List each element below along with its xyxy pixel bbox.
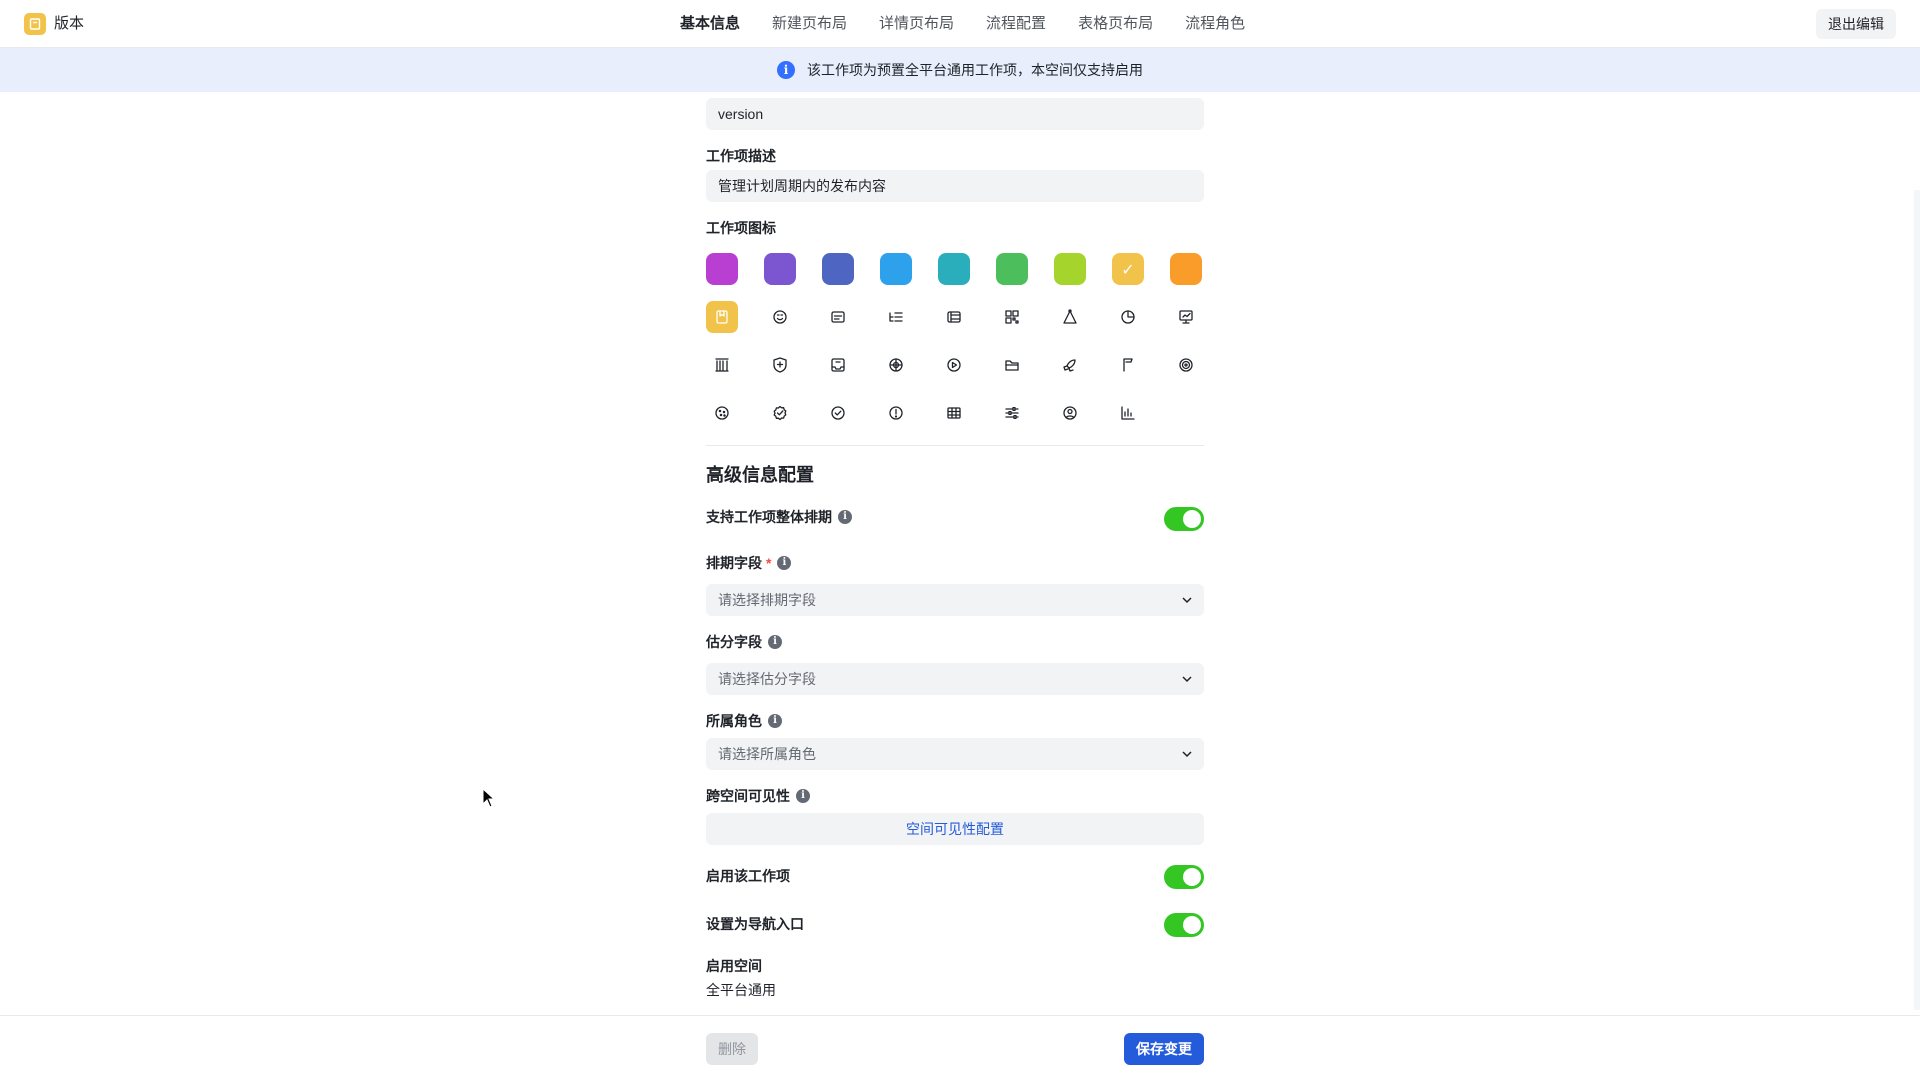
play-circle-icon[interactable] [938, 349, 970, 381]
info-icon[interactable]: i [838, 510, 852, 524]
required-mark: * [766, 555, 772, 571]
presentation-icon[interactable] [1170, 301, 1202, 333]
role-select[interactable]: 请选择所属角色 [706, 738, 1204, 770]
sliders-icon[interactable] [996, 397, 1028, 429]
api-name-input[interactable]: version [706, 98, 1204, 130]
schedule-field-select[interactable]: 请选择排期字段 [706, 584, 1204, 616]
description-input[interactable]: 管理计划周期内的发布内容 [706, 170, 1204, 202]
color-swatch[interactable] [880, 253, 912, 285]
rocket-icon[interactable] [1054, 349, 1086, 381]
color-swatch[interactable] [938, 253, 970, 285]
library-icon[interactable] [706, 349, 738, 381]
flag-icon[interactable] [1112, 349, 1144, 381]
schedule-label: 支持工作项整体排期 i [706, 507, 852, 527]
vector-icon[interactable] [1054, 301, 1086, 333]
nav-label: 设置为导航入口 [706, 916, 804, 932]
estimate-field-label-text: 估分字段 [706, 634, 762, 650]
check-circle-icon[interactable] [822, 397, 854, 429]
pie-clock-icon[interactable] [1112, 301, 1144, 333]
schedule-field-label: 排期字段 * i [706, 553, 792, 573]
role-label-text: 所属角色 [706, 713, 762, 729]
delete-button[interactable]: 删除 [706, 1033, 758, 1065]
divider [706, 445, 1204, 446]
inbox-icon[interactable] [822, 349, 854, 381]
info-icon[interactable]: i [796, 789, 810, 803]
info-icon[interactable]: i [777, 556, 792, 570]
schedule-field-placeholder: 请选择排期字段 [718, 592, 816, 608]
tab-table-layout[interactable]: 表格页布局 [1078, 0, 1153, 48]
role-placeholder: 请选择所属角色 [718, 746, 816, 762]
nav-toggle[interactable] [1164, 913, 1204, 937]
icon-label: 工作项图标 [706, 220, 776, 236]
info-icon[interactable]: i [768, 714, 782, 728]
folder-icon[interactable] [996, 349, 1028, 381]
advanced-section-title: 高级信息配置 [706, 465, 814, 485]
chevron-down-icon [1182, 676, 1192, 683]
color-swatch[interactable]: ✓ [1112, 253, 1144, 285]
notice-banner: i 该工作项为预置全平台通用工作项，本空间仅支持启用 [0, 48, 1920, 92]
chevron-down-icon [1182, 751, 1192, 758]
estimate-field-placeholder: 请选择估分字段 [718, 671, 816, 687]
exit-edit-button[interactable]: 退出编辑 [1816, 9, 1896, 39]
role-label: 所属角色 i [706, 711, 782, 731]
tab-workflow-roles[interactable]: 流程角色 [1185, 0, 1245, 48]
color-swatch[interactable] [1170, 253, 1202, 285]
color-swatch[interactable] [822, 253, 854, 285]
enable-label: 启用该工作项 [706, 868, 790, 884]
space-label: 启用空间 [706, 958, 762, 974]
check-icon: ✓ [1121, 259, 1135, 279]
notice-text: 该工作项为预置全平台通用工作项，本空间仅支持启用 [807, 62, 1143, 78]
smile-icon[interactable] [764, 301, 796, 333]
crosshair-icon[interactable] [880, 349, 912, 381]
color-swatch[interactable] [1054, 253, 1086, 285]
estimate-field-label: 估分字段 i [706, 632, 782, 652]
user-circle-icon[interactable] [1054, 397, 1086, 429]
card-icon[interactable] [822, 301, 854, 333]
schedule-field-label-text: 排期字段 [706, 555, 762, 571]
mouse-cursor-icon [482, 788, 496, 808]
stack-icon[interactable] [938, 301, 970, 333]
footer-bar: 删除 保存变更 [0, 1015, 1920, 1080]
visibility-config-button[interactable]: 空间可见性配置 [706, 813, 1204, 845]
tab-bar: 基本信息 新建页布局 详情页布局 流程配置 表格页布局 流程角色 [680, 0, 1277, 48]
app-title: 版本 [54, 15, 85, 32]
visibility-label-text: 跨空间可见性 [706, 788, 790, 804]
shield-plus-icon[interactable] [764, 349, 796, 381]
tab-detail-layout[interactable]: 详情页布局 [879, 0, 954, 48]
save-changes-button[interactable]: 保存变更 [1124, 1033, 1204, 1065]
badge-check-icon[interactable] [764, 397, 796, 429]
info-icon[interactable]: i [768, 635, 782, 649]
tab-create-layout[interactable]: 新建页布局 [772, 0, 847, 48]
table-icon[interactable] [938, 397, 970, 429]
space-value: 全平台通用 [706, 982, 776, 998]
info-icon: i [777, 61, 795, 79]
color-palette: ✓ [706, 253, 1204, 285]
description-label: 工作项描述 [706, 148, 776, 164]
alert-circle-icon[interactable] [880, 397, 912, 429]
app-logo-icon [24, 13, 46, 35]
schedule-toggle[interactable] [1164, 507, 1204, 531]
color-swatch[interactable] [996, 253, 1028, 285]
color-swatch[interactable] [706, 253, 738, 285]
tab-workflow-config[interactable]: 流程配置 [986, 0, 1046, 48]
schedule-label-text: 支持工作项整体排期 [706, 509, 832, 525]
tab-basic-info[interactable]: 基本信息 [680, 0, 740, 48]
top-header: 版本 基本信息 新建页布局 详情页布局 流程配置 表格页布局 流程角色 退出编辑 [0, 0, 1920, 48]
qrcode-icon[interactable] [996, 301, 1028, 333]
visibility-label: 跨空间可见性 i [706, 786, 810, 806]
cookie-icon[interactable] [706, 397, 738, 429]
target-icon[interactable] [1170, 349, 1202, 381]
scrollbar[interactable] [1914, 190, 1920, 1010]
chevron-down-icon [1182, 597, 1192, 604]
list-indent-icon[interactable] [880, 301, 912, 333]
bookmark-icon[interactable] [706, 301, 738, 333]
bar-chart-icon[interactable] [1112, 397, 1144, 429]
estimate-field-select[interactable]: 请选择估分字段 [706, 663, 1204, 695]
color-swatch[interactable] [764, 253, 796, 285]
enable-toggle[interactable] [1164, 865, 1204, 889]
